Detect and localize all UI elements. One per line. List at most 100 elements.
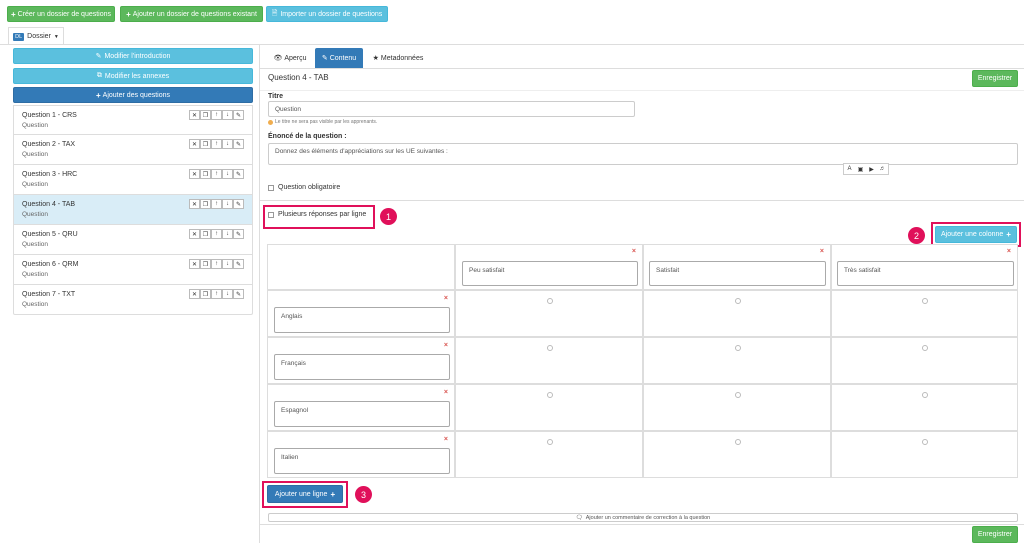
column-label-input[interactable]: Peu satisfait: [462, 261, 638, 286]
pencil-icon[interactable]: ✎: [233, 259, 244, 269]
dossier-dropdown[interactable]: DL Dossier ▼: [8, 27, 64, 45]
question-item-7[interactable]: Question 7 - TXT Question ✕ ❐ ↑ ↓ ✎: [13, 285, 253, 315]
question-type: Question: [22, 271, 49, 278]
arrow-up-icon[interactable]: ↑: [211, 110, 222, 120]
duplicate-icon[interactable]: ❐: [200, 289, 211, 299]
matrix-radio[interactable]: [547, 298, 553, 304]
remove-row-icon[interactable]: ×: [444, 295, 448, 302]
obligatoire-option[interactable]: Question obligatoire: [268, 184, 340, 191]
text-format-icon[interactable]: A: [844, 164, 855, 174]
enonce-input[interactable]: Donnez des éléments d'appréciations sur …: [268, 143, 1018, 165]
arrow-down-icon[interactable]: ↓: [222, 139, 233, 149]
titre-input[interactable]: Question: [268, 101, 635, 117]
matrix-radio[interactable]: [922, 345, 928, 351]
pencil-icon[interactable]: ✎: [233, 229, 244, 239]
pencil-icon[interactable]: ✎: [233, 110, 244, 120]
duplicate-icon[interactable]: ❐: [200, 169, 211, 179]
arrow-down-icon[interactable]: ↓: [222, 199, 233, 209]
question-item-3[interactable]: Question 3 - HRC Question ✕ ❐ ↑ ↓ ✎: [13, 165, 253, 195]
row-label-input[interactable]: Anglais: [274, 307, 450, 333]
video-icon[interactable]: ▶: [866, 164, 877, 174]
column-label-input[interactable]: Satisfait: [649, 261, 826, 286]
matrix-radio[interactable]: [922, 298, 928, 304]
add-questions-button[interactable]: + Ajouter des questions: [13, 87, 253, 103]
row-label-input[interactable]: Espagnol: [274, 401, 450, 427]
row-label-input[interactable]: Français: [274, 354, 450, 380]
matrix-radio[interactable]: [735, 298, 741, 304]
column-header-cell: × Satisfait: [643, 244, 831, 290]
arrow-down-icon[interactable]: ↓: [222, 229, 233, 239]
pencil-icon[interactable]: ✎: [233, 169, 244, 179]
tab-contenu[interactable]: ✎ Contenu: [315, 48, 363, 68]
pencil-icon[interactable]: ✎: [233, 289, 244, 299]
matrix-radio[interactable]: [547, 345, 553, 351]
matrix-radio[interactable]: [922, 439, 928, 445]
save-button-top[interactable]: Enregistrer: [972, 70, 1018, 87]
delete-icon[interactable]: ✕: [189, 229, 200, 239]
delete-icon[interactable]: ✕: [189, 139, 200, 149]
save-button-bottom[interactable]: Enregistrer: [972, 526, 1018, 543]
row-label-input[interactable]: Italien: [274, 448, 450, 474]
obligatoire-checkbox[interactable]: [268, 184, 274, 191]
matrix-cell: [455, 290, 643, 337]
matrix-radio[interactable]: [922, 392, 928, 398]
arrow-up-icon[interactable]: ↑: [211, 169, 222, 179]
question-type: Question: [22, 211, 49, 218]
arrow-down-icon[interactable]: ↓: [222, 289, 233, 299]
matrix-radio[interactable]: [735, 392, 741, 398]
add-existing-dossier-button[interactable]: + Ajouter un dossier de questions existan…: [120, 6, 263, 22]
edit-intro-button[interactable]: ✎ Modifier l'introduction: [13, 48, 253, 64]
duplicate-icon[interactable]: ❐: [200, 259, 211, 269]
create-dossier-button[interactable]: + Créer un dossier de questions: [7, 6, 115, 22]
remove-column-icon[interactable]: ×: [1007, 248, 1011, 255]
question-item-2[interactable]: Question 2 - TAX Question ✕ ❐ ↑ ↓ ✎: [13, 135, 253, 165]
image-icon[interactable]: ▣: [855, 164, 866, 174]
duplicate-icon[interactable]: ❐: [200, 199, 211, 209]
column-label-input[interactable]: Très satisfait: [837, 261, 1014, 286]
delete-icon[interactable]: ✕: [189, 169, 200, 179]
pencil-icon[interactable]: ✎: [233, 199, 244, 209]
question-item-4[interactable]: Question 4 - TAB Question ✕ ❐ ↑ ↓ ✎: [13, 195, 253, 225]
remove-row-icon[interactable]: ×: [444, 342, 448, 349]
arrow-down-icon[interactable]: ↓: [222, 259, 233, 269]
remove-column-icon[interactable]: ×: [820, 248, 824, 255]
question-item-6[interactable]: Question 6 - QRM Question ✕ ❐ ↑ ↓ ✎: [13, 255, 253, 285]
matrix-radio[interactable]: [547, 439, 553, 445]
tab-metadonnees[interactable]: ★ Metadonnées: [368, 48, 428, 68]
delete-icon[interactable]: ✕: [189, 259, 200, 269]
question-title: Question 1 - CRS: [22, 112, 77, 119]
arrow-up-icon[interactable]: ↑: [211, 139, 222, 149]
duplicate-icon[interactable]: ❐: [200, 139, 211, 149]
edit-annex-button[interactable]: ⧉ Modifier les annexes: [13, 68, 253, 84]
add-column-button[interactable]: Ajouter une colonne +: [935, 226, 1017, 243]
pencil-icon[interactable]: ✎: [233, 139, 244, 149]
duplicate-icon[interactable]: ❐: [200, 229, 211, 239]
question-item-1[interactable]: Question 1 - CRS Question ✕ ❐ ↑ ↓ ✎: [13, 105, 253, 135]
delete-icon[interactable]: ✕: [189, 289, 200, 299]
arrow-up-icon[interactable]: ↑: [211, 229, 222, 239]
arrow-up-icon[interactable]: ↑: [211, 199, 222, 209]
remove-row-icon[interactable]: ×: [444, 389, 448, 396]
delete-icon[interactable]: ✕: [189, 110, 200, 120]
arrow-down-icon[interactable]: ↓: [222, 169, 233, 179]
add-row-button[interactable]: Ajouter une ligne +: [267, 485, 343, 503]
plusieurs-option[interactable]: Plusieurs réponses par ligne: [268, 211, 366, 218]
audio-icon[interactable]: ♬: [877, 164, 888, 174]
arrow-down-icon[interactable]: ↓: [222, 110, 233, 120]
plusieurs-checkbox[interactable]: [268, 211, 274, 218]
tab-apercu[interactable]: 👁 Aperçu: [268, 48, 312, 68]
matrix-radio[interactable]: [735, 439, 741, 445]
remove-column-icon[interactable]: ×: [632, 248, 636, 255]
column-header-cell: × Très satisfait: [831, 244, 1018, 290]
pencil-icon: ✎: [95, 53, 102, 60]
add-comment-button[interactable]: 🗨 Ajouter un commentaire de correction à…: [268, 513, 1018, 522]
duplicate-icon[interactable]: ❐: [200, 110, 211, 120]
arrow-up-icon[interactable]: ↑: [211, 289, 222, 299]
import-dossier-button[interactable]: 🗎 Importer un dossier de questions: [266, 6, 388, 22]
delete-icon[interactable]: ✕: [189, 199, 200, 209]
arrow-up-icon[interactable]: ↑: [211, 259, 222, 269]
matrix-radio[interactable]: [735, 345, 741, 351]
question-item-5[interactable]: Question 5 - QRU Question ✕ ❐ ↑ ↓ ✎: [13, 225, 253, 255]
remove-row-icon[interactable]: ×: [444, 436, 448, 443]
matrix-radio[interactable]: [547, 392, 553, 398]
